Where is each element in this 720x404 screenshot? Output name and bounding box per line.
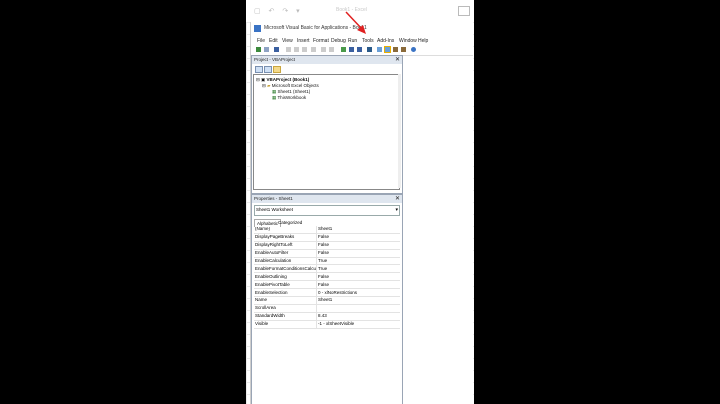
property-row[interactable]: EnableFormatConditionsCalculationTrue <box>254 264 400 274</box>
copy-icon[interactable] <box>294 47 299 52</box>
save-icon[interactable] <box>274 47 279 52</box>
properties-title-text: Properties - Sheet1 <box>254 196 293 201</box>
property-name: EnableCalculation <box>254 257 317 266</box>
property-name: ScrollArea <box>254 304 317 313</box>
project-tree: ⊟ ▣ VBAProject (Book1) ⊟ ▰ Microsoft Exc… <box>253 74 400 190</box>
property-name: EnableOutlining <box>254 272 317 282</box>
property-row[interactable]: EnableCalculation True <box>254 257 400 266</box>
property-name: DisplayRightToLeft <box>254 241 317 250</box>
folder-icon: ▰ <box>267 83 271 88</box>
menu-format[interactable]: Format <box>313 38 329 44</box>
properties-tabs: Alphabetic Categorized <box>252 218 402 227</box>
property-value[interactable]: True <box>316 257 400 266</box>
property-value[interactable]: 0 - xlNoRestrictions <box>316 288 400 298</box>
property-name: EnableFormatConditionsCalculation <box>254 264 317 274</box>
project-explorer-title: Project - VBAProject ✕ <box>252 56 402 64</box>
view-excel-icon[interactable] <box>256 47 261 52</box>
property-value[interactable]: 8.43 <box>316 312 400 321</box>
property-name: DisplayPageBreaks <box>254 233 317 242</box>
property-row[interactable]: Name Sheet1 <box>254 296 400 305</box>
property-name: StandardWidth <box>254 312 317 321</box>
property-row[interactable]: DisplayPageBreaks False <box>254 233 400 242</box>
property-name: EnablePivotTable <box>254 280 317 290</box>
property-row[interactable]: StandardWidth 8.43 <box>254 312 400 321</box>
project-scrollbar[interactable] <box>398 74 401 188</box>
property-value[interactable]: Sheet1 <box>316 226 400 234</box>
arrow-head <box>357 25 366 34</box>
property-row[interactable]: EnableSelection 0 - xlNoRestrictions <box>254 288 400 298</box>
object-combo-value: Sheet1 Worksheet <box>256 207 293 212</box>
property-value[interactable]: False <box>316 272 400 282</box>
workbook-icon: ▦ <box>272 95 277 100</box>
vba-editor-window: Microsoft Visual Basic for Applications … <box>250 22 473 404</box>
vbe-app-icon <box>254 25 261 32</box>
undo-icon[interactable] <box>321 47 326 52</box>
property-name: Name <box>254 296 317 305</box>
redo-icon[interactable] <box>329 47 334 52</box>
properties-grid: (Name) Sheet1 DisplayPageBreaks False Displa… <box>254 226 400 329</box>
view-object-icon[interactable] <box>264 66 272 73</box>
screenshot-frame: ▢ ↶ ↷ ▾ Book1 - Excel Microsoft Visual B… <box>246 0 474 404</box>
insert-module-icon[interactable] <box>264 47 269 52</box>
tree-node-thisworkbook-label: ThisWorkbook <box>277 95 307 100</box>
worksheet-icon: ▦ <box>272 89 277 94</box>
object-combo[interactable]: Sheet1 Worksheet ▾ <box>254 205 400 216</box>
property-value[interactable]: Sheet1 <box>316 296 400 305</box>
toggle-folders-icon[interactable] <box>273 66 281 73</box>
property-row[interactable]: ScrollArea <box>254 304 400 313</box>
property-name: (Name) <box>254 226 317 234</box>
property-name: EnableAutoFilter <box>254 249 317 258</box>
tree-node-sheet1-label: Sheet1 (Sheet1) <box>277 89 311 94</box>
chevron-down-icon[interactable]: ▾ <box>395 206 398 214</box>
find-icon[interactable] <box>311 47 316 52</box>
property-row[interactable]: DisplayRightToLeft False <box>254 241 400 250</box>
project-explorer-panel: Project - VBAProject ✕ ⊟ ▣ VBAProject (B… <box>251 55 403 194</box>
property-value[interactable]: -1 - xlSheetVisible <box>316 320 400 329</box>
menu-file[interactable]: File <box>257 38 265 44</box>
tab-categorized[interactable]: Categorized <box>276 219 304 226</box>
property-value[interactable]: False <box>316 249 400 258</box>
property-value[interactable]: False <box>316 280 400 290</box>
property-row[interactable]: EnableAutoFilter False <box>254 249 400 258</box>
property-name: EnableSelection <box>254 288 317 298</box>
tree-node-thisworkbook[interactable]: ▦ ThisWorkbook <box>272 95 306 101</box>
property-value[interactable] <box>316 304 400 313</box>
arrow-shaft <box>345 11 363 30</box>
menu-insert[interactable]: Insert <box>297 38 310 44</box>
property-value[interactable]: False <box>316 241 400 250</box>
properties-panel: Properties - Sheet1 ✕ Sheet1 Worksheet ▾… <box>251 194 403 404</box>
property-name: Visible <box>254 320 317 329</box>
cut-icon[interactable] <box>286 47 291 52</box>
project-explorer-toolbar <box>252 64 402 74</box>
ribbon-display-icon[interactable] <box>458 6 470 16</box>
property-row[interactable]: EnableOutlining False <box>254 272 400 282</box>
quick-access-toolbar[interactable]: ▢ ↶ ↷ ▾ <box>254 7 303 15</box>
properties-title: Properties - Sheet1 ✕ <box>252 195 402 203</box>
close-icon[interactable]: ✕ <box>395 195 400 203</box>
property-value[interactable]: False <box>316 233 400 242</box>
paste-icon[interactable] <box>302 47 307 52</box>
view-code-icon[interactable] <box>255 66 263 73</box>
property-row[interactable]: EnablePivotTable False <box>254 280 400 290</box>
property-value[interactable]: True <box>316 264 400 274</box>
menu-edit[interactable]: Edit <box>269 38 278 44</box>
close-icon[interactable]: ✕ <box>395 56 400 64</box>
tree-node-excel-objects-label: Microsoft Excel Objects <box>271 83 319 88</box>
menu-view[interactable]: View <box>282 38 293 44</box>
tree-node-vbaproject-label: VBAProject (Book1) <box>266 77 310 82</box>
property-row[interactable]: (Name) Sheet1 <box>254 226 400 234</box>
project-explorer-title-text: Project - VBAProject <box>254 57 296 62</box>
property-row[interactable]: Visible -1 - xlSheetVisible <box>254 320 400 329</box>
red-arrow-annotation <box>345 11 366 34</box>
